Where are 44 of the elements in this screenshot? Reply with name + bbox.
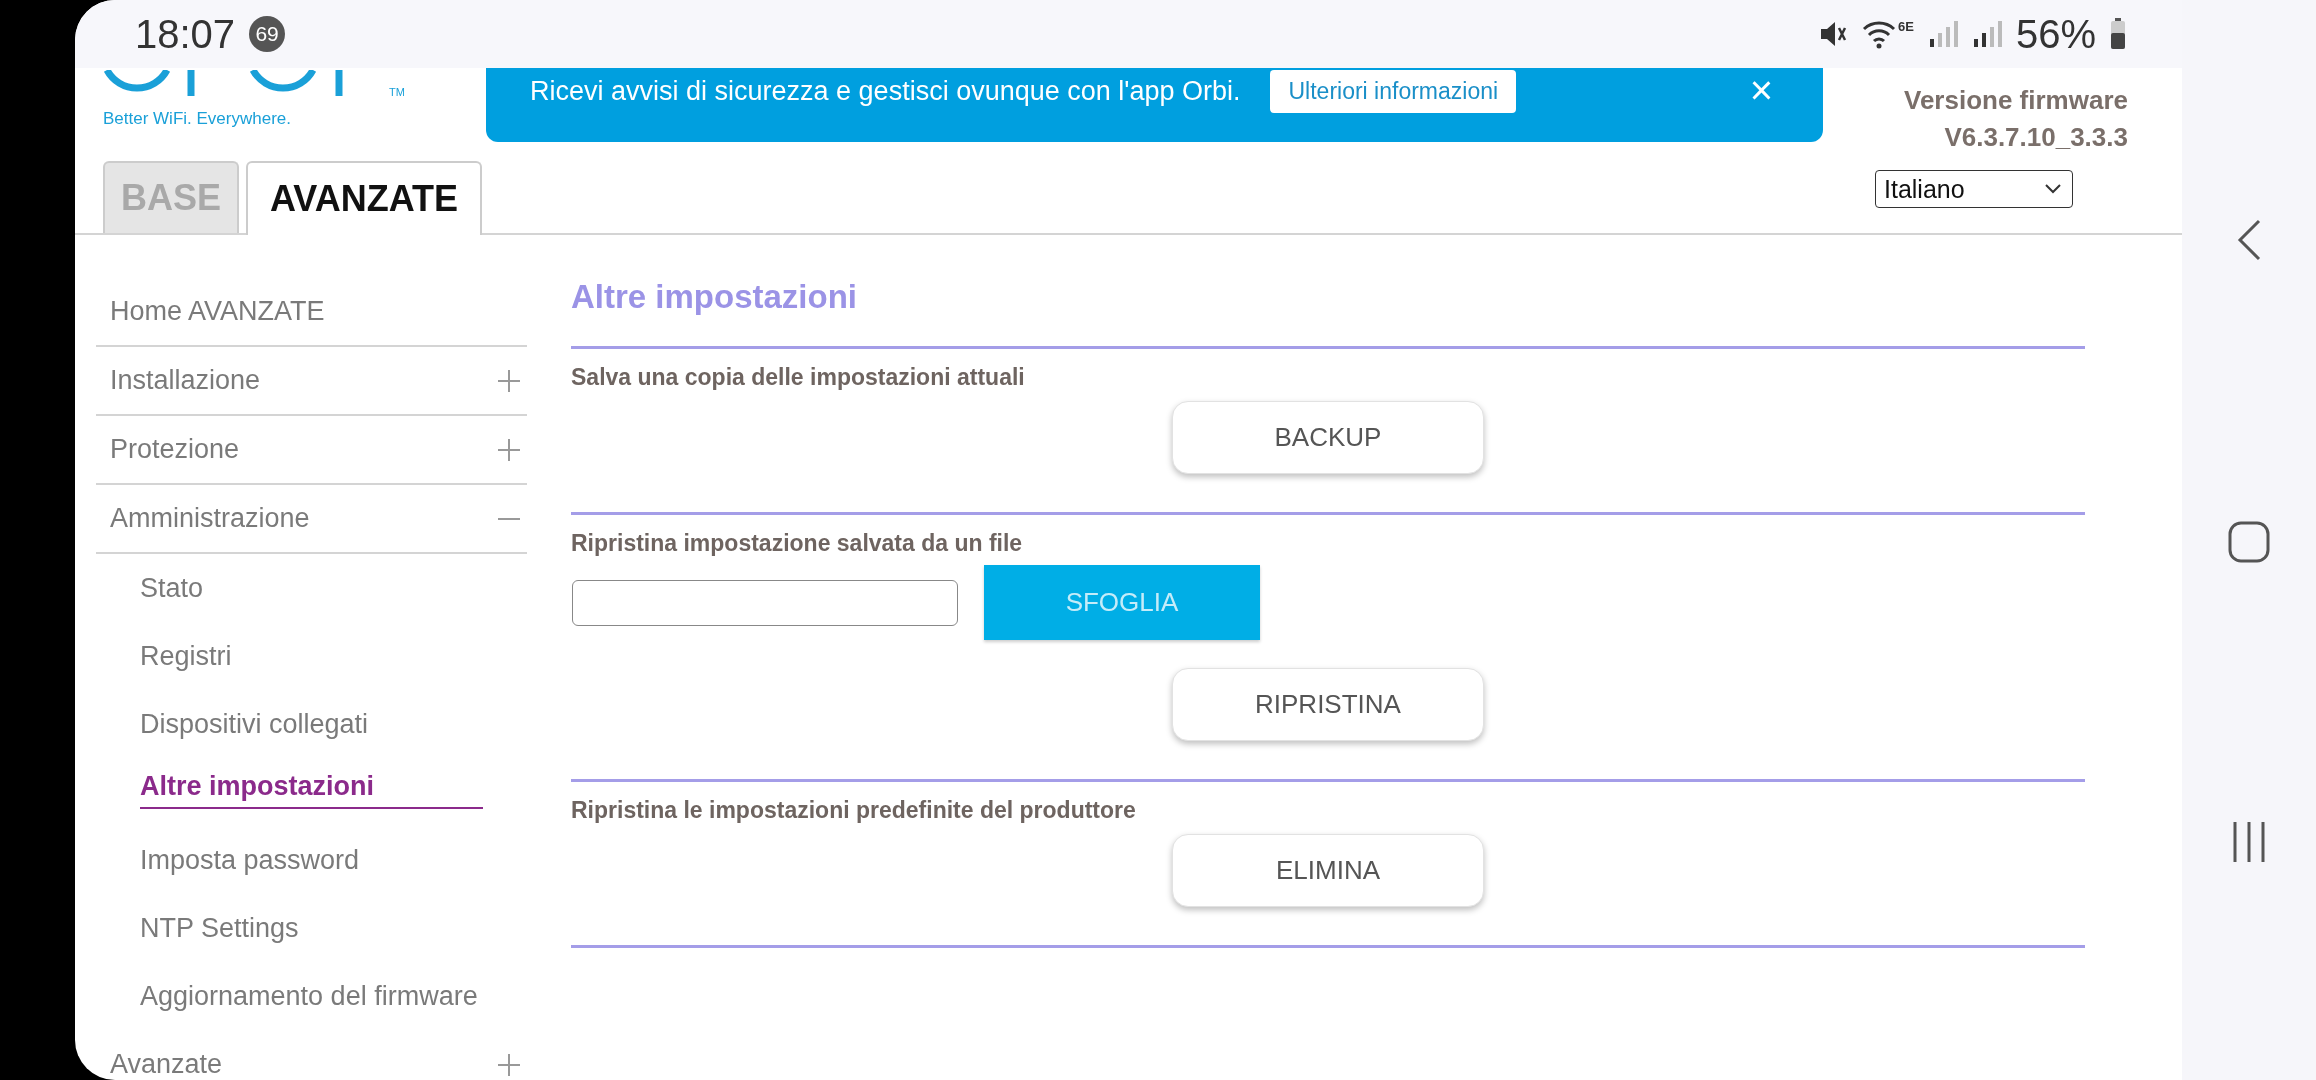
signal-icon xyxy=(1971,19,2002,49)
mute-icon xyxy=(1818,19,1849,49)
action-button[interactable]: BACKUP xyxy=(1172,401,1484,474)
sidebar-subitem[interactable]: Imposta password xyxy=(140,826,571,894)
plus-icon[interactable] xyxy=(497,1052,521,1077)
trademark-mark: TM xyxy=(389,86,405,98)
section-label: Ripristina impostazione salvata da un file xyxy=(571,530,1024,558)
home-icon[interactable] xyxy=(2227,520,2271,564)
battery-level: 56% xyxy=(2015,11,2096,57)
sidebar-subitem[interactable]: Stato xyxy=(140,554,571,622)
sidebar-item[interactable]: Installazione xyxy=(96,365,261,396)
tab[interactable]: AVANZATE xyxy=(246,161,482,235)
plus-icon[interactable] xyxy=(497,437,521,462)
close-button[interactable]: × xyxy=(1739,70,1783,110)
sidebar-item[interactable]: Amministrazione xyxy=(96,503,310,534)
page-title: Altre impostazioni xyxy=(571,277,859,317)
banner-message: Ricevi avvisi di sicurezza e gestisci ovunque con l'app Orbi. xyxy=(530,75,1241,107)
file-field[interactable] xyxy=(572,579,958,626)
sidebar-subitem[interactable]: NTP Settings xyxy=(140,894,571,962)
sidebar-item[interactable]: Protezione xyxy=(96,434,240,465)
action-button[interactable]: ELIMINA xyxy=(1172,834,1484,907)
sidebar-item[interactable]: Home AVANZATE xyxy=(96,296,325,327)
more-info-button[interactable]: Ulteriori informazioni xyxy=(1270,70,1517,113)
section-label: Ripristina le impostazioni predefinite del produttore xyxy=(571,797,1137,825)
notification-badge: 69 xyxy=(249,16,286,52)
sidebar-subitem[interactable]: Registri xyxy=(140,622,571,690)
language-select[interactable]: Italiano xyxy=(1875,170,2073,208)
battery-icon xyxy=(2110,18,2126,50)
signal-icon xyxy=(1927,19,1958,49)
back-icon[interactable] xyxy=(2235,218,2263,262)
clock: 18:07 xyxy=(135,11,236,57)
sidebar-item[interactable]: Avanzate xyxy=(96,1049,223,1080)
firmware-label: Versione firmware xyxy=(1904,84,2128,117)
firmware-version: V6.3.7.10_3.3.3 xyxy=(1944,121,2128,154)
action-button[interactable]: RIPRISTINA xyxy=(1172,668,1484,741)
tagline: Better WiFi. Everywhere. xyxy=(103,109,292,129)
section-label: Salva una copia delle impostazioni attuali xyxy=(571,364,1026,392)
sidebar-subitem[interactable]: Aggiornamento del firmware xyxy=(140,962,571,1030)
sidebar-subitem[interactable]: Dispositivi collegati xyxy=(140,690,571,758)
wifi-icon xyxy=(1862,19,1897,49)
wifi-label: 6E xyxy=(1898,18,1914,34)
chevron-down-icon xyxy=(2044,183,2062,195)
plus-icon[interactable] xyxy=(497,368,521,393)
sidebar-subitem[interactable]: Altre impostazioni xyxy=(140,758,483,809)
